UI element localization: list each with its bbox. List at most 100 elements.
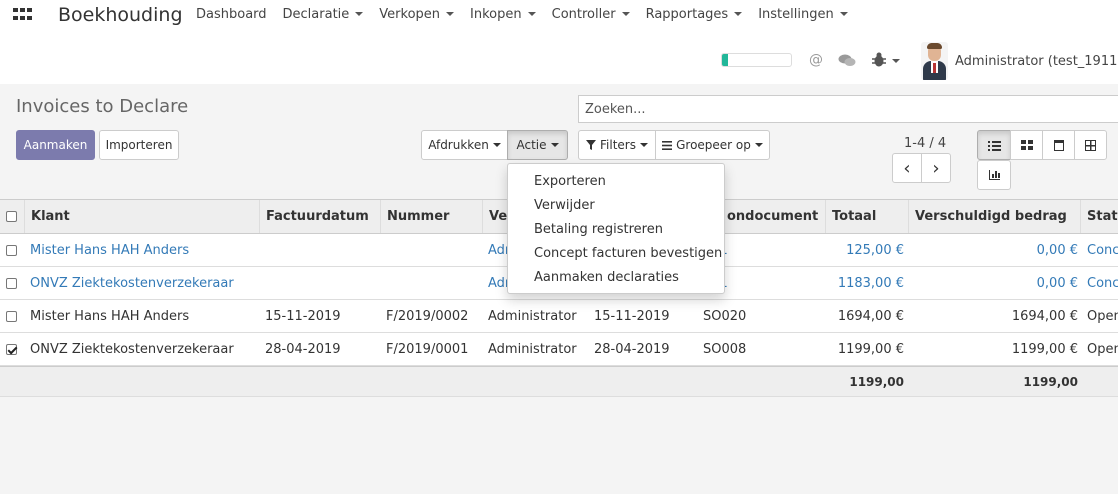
create-button[interactable]: Aanmaken — [16, 130, 95, 160]
main-menu: Dashboard Declaratie Verkopen Inkopen Co… — [188, 7, 856, 22]
at-sign-icon[interactable]: @ — [809, 52, 823, 68]
cell-verkoper: Administrator — [488, 341, 577, 357]
cell-verschuldigd: 1199,00 € — [1011, 341, 1078, 357]
cell-datum: 28-04-2019 — [265, 341, 341, 357]
bug-debug-icon[interactable] — [871, 52, 901, 72]
filter-icon — [586, 140, 596, 150]
onboarding-progress-bar[interactable] — [721, 53, 792, 67]
menu-controller[interactable]: Controller — [544, 7, 638, 22]
cell-klant: Mister Hans HAH Anders — [30, 308, 190, 324]
search-input[interactable] — [578, 95, 1118, 123]
cell-status: Conc — [1087, 242, 1118, 258]
row-checkbox[interactable] — [6, 310, 17, 322]
bar-chart-icon — [988, 170, 1000, 180]
cell-date2: 15-11-2019 — [594, 308, 670, 324]
table-footer-totals: 1199,00 1199,00 — [0, 366, 1118, 397]
cell-nummer: F/2019/0002 — [386, 308, 469, 324]
top-navbar: Boekhouding Dashboard Declaratie Verkope… — [0, 0, 1118, 84]
cell-status: Open — [1087, 308, 1118, 324]
apps-menu-icon[interactable] — [13, 8, 33, 22]
cell-verschuldigd: 1694,00 € — [1011, 308, 1078, 324]
cell-totaal: 1199,00 € — [837, 341, 904, 357]
kanban-icon — [1020, 140, 1033, 150]
action-dropdown-button[interactable]: Actie — [507, 130, 568, 160]
pager-value[interactable]: 1-4 / 4 — [904, 136, 946, 151]
page-title: Invoices to Declare — [16, 96, 189, 117]
row-select-cell[interactable] — [6, 333, 20, 365]
header-verschuldigd[interactable]: Verschuldigd bedrag — [908, 200, 1081, 233]
calendar-icon — [1053, 139, 1064, 151]
chat-bubbles-icon[interactable] — [838, 53, 856, 71]
groupby-dropdown-button[interactable]: Groepeer op — [655, 130, 770, 160]
header-status[interactable]: Statu — [1080, 200, 1118, 233]
footer-totaal: 1199,00 — [849, 374, 904, 389]
cell-totaal: 125,00 € — [846, 242, 904, 258]
cell-datum: 15-11-2019 — [265, 308, 341, 324]
row-select-cell[interactable] — [6, 234, 20, 266]
cell-totaal: 1694,00 € — [837, 308, 904, 324]
header-klant[interactable]: Klant — [24, 200, 260, 233]
menu-item-delete[interactable]: Verwijder — [508, 193, 724, 217]
cell-date2: 28-04-2019 — [594, 341, 670, 357]
row-checkbox[interactable] — [6, 343, 17, 355]
chevron-left-icon: ‹ — [903, 157, 911, 179]
menu-item-confirm-drafts[interactable]: Concept facturen bevestigen — [508, 241, 724, 265]
menu-dashboard[interactable]: Dashboard — [188, 7, 275, 22]
cell-status: Open — [1087, 341, 1118, 357]
pager-next-button[interactable]: › — [921, 153, 951, 183]
pivot-view-button[interactable] — [1074, 130, 1107, 160]
menu-inkopen[interactable]: Inkopen — [462, 7, 544, 22]
bars-icon — [662, 140, 673, 150]
filters-dropdown-button[interactable]: Filters — [578, 130, 656, 160]
kanban-view-button[interactable] — [1010, 130, 1043, 160]
calendar-view-button[interactable] — [1042, 130, 1075, 160]
select-all-checkbox[interactable] — [6, 211, 17, 222]
cell-verkoper: Administrator — [488, 308, 577, 324]
row-select-cell[interactable] — [6, 267, 20, 299]
cell-klant: Mister Hans HAH Anders — [30, 242, 190, 258]
action-dropdown-menu: Exporteren Verwijder Betaling registrere… — [507, 163, 725, 294]
cell-klant: ONVZ Ziektekostenverzekeraar — [30, 275, 234, 291]
header-factuurdatum[interactable]: Factuurdatum — [259, 200, 380, 233]
list-view-button[interactable] — [977, 130, 1011, 160]
menu-item-export[interactable]: Exporteren — [508, 169, 724, 193]
cell-brondoc: SO008 — [703, 341, 747, 357]
row-checkbox[interactable] — [6, 244, 17, 256]
table-row[interactable]: ONVZ Ziektekostenverzekeraar 28-04-2019 F/… — [0, 333, 1118, 366]
list-icon — [988, 141, 1001, 151]
row-checkbox[interactable] — [6, 277, 17, 289]
table-grid-icon — [1085, 139, 1096, 151]
graph-view-button[interactable] — [977, 160, 1011, 190]
menu-declaratie[interactable]: Declaratie — [275, 7, 372, 22]
print-dropdown-button[interactable]: Afdrukken — [421, 130, 508, 160]
header-totaal[interactable]: Totaal — [825, 200, 909, 233]
row-select-cell[interactable] — [6, 300, 20, 332]
select-all-cell[interactable] — [0, 200, 25, 233]
cell-nummer: F/2019/0001 — [386, 341, 469, 357]
cell-nummer — [380, 267, 482, 299]
progress-fill — [722, 54, 728, 66]
table-row[interactable]: Mister Hans HAH Anders 15-11-2019 F/2019/0… — [0, 300, 1118, 333]
user-name[interactable]: Administrator (test_191125_ — [955, 54, 1118, 69]
cell-nummer — [380, 234, 482, 266]
menu-verkopen[interactable]: Verkopen — [371, 7, 462, 22]
chevron-right-icon: › — [932, 157, 940, 179]
app-brand: Boekhouding — [58, 4, 183, 26]
cell-datum — [259, 234, 380, 266]
import-button[interactable]: Importeren — [99, 130, 179, 160]
menu-instellingen[interactable]: Instellingen — [750, 7, 856, 22]
user-avatar[interactable] — [921, 42, 948, 80]
cell-klant: ONVZ Ziektekostenverzekeraar — [30, 341, 234, 357]
header-nummer[interactable]: Nummer — [380, 200, 482, 233]
cell-verschuldigd: 0,00 € — [1036, 242, 1078, 258]
menu-item-create-declarations[interactable]: Aanmaken declaraties — [508, 265, 724, 289]
menu-rapportages[interactable]: Rapportages — [638, 7, 751, 22]
cell-datum — [259, 267, 380, 299]
pager-previous-button[interactable]: ‹ — [892, 153, 922, 183]
footer-verschuldigd: 1199,00 — [1023, 374, 1078, 389]
cell-brondoc: SO020 — [703, 308, 747, 324]
cell-verschuldigd: 0,00 € — [1036, 275, 1078, 291]
cell-totaal: 1183,00 € — [837, 275, 904, 291]
menu-item-register-payment[interactable]: Betaling registreren — [508, 217, 724, 241]
cell-status: Conc — [1087, 275, 1118, 291]
